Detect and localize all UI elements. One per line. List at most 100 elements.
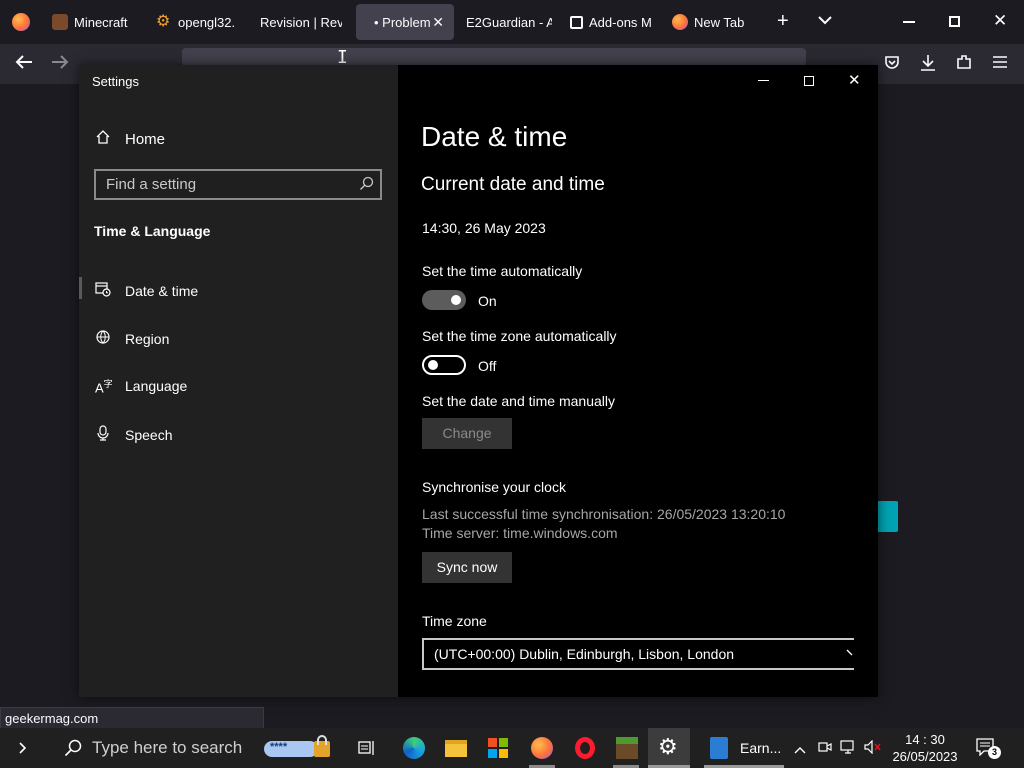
search-placeholder: Find a setting bbox=[106, 176, 197, 193]
change-button[interactable]: Change bbox=[422, 418, 512, 449]
minecraft-taskbar-icon[interactable] bbox=[615, 736, 639, 760]
auto-time-toggle[interactable] bbox=[422, 290, 466, 310]
clock-time[interactable]: 14 : 30 bbox=[902, 732, 948, 747]
minimize-settings-button[interactable] bbox=[758, 80, 769, 81]
tab-addons[interactable]: Add-ons M bbox=[570, 4, 654, 40]
taskbar-search-box[interactable]: Type here to search bbox=[48, 728, 260, 768]
search-icon bbox=[359, 176, 374, 195]
status-url-overlay: geekermag.com bbox=[0, 707, 264, 729]
extensions-icon[interactable] bbox=[956, 54, 972, 75]
selected-indicator bbox=[79, 277, 82, 299]
microphone-icon bbox=[95, 425, 125, 444]
file-explorer-icon[interactable] bbox=[444, 736, 468, 760]
chevron-right-icon[interactable] bbox=[10, 736, 34, 760]
settings-taskbar-item[interactable]: ⚙ bbox=[648, 728, 690, 768]
firefox-taskbar-icon[interactable] bbox=[530, 736, 554, 760]
forward-arrow-icon[interactable] bbox=[51, 54, 69, 75]
page-title: Date & time bbox=[421, 121, 568, 152]
sidebar-item-date-time[interactable]: Date & time bbox=[95, 281, 198, 300]
taskbar: Type here to search **** ⚙ Earn... 14: … bbox=[0, 728, 1024, 768]
gear-icon: ⚙ bbox=[658, 734, 678, 759]
sidebar-item-region[interactable]: Region bbox=[95, 329, 169, 348]
home-label: Home bbox=[125, 130, 166, 148]
download-icon[interactable] bbox=[920, 54, 936, 77]
maximize-settings-button[interactable] bbox=[804, 76, 814, 86]
store-icon[interactable] bbox=[486, 736, 510, 760]
chevron-down-icon[interactable] bbox=[818, 12, 832, 28]
tab-label: New Tab bbox=[694, 14, 745, 30]
section-title: Current date and time bbox=[421, 174, 605, 195]
notification-center-icon[interactable]: 3 bbox=[976, 738, 1001, 761]
new-tab-button[interactable]: + bbox=[777, 10, 789, 33]
search-icon bbox=[64, 739, 82, 757]
toggle-knob bbox=[428, 360, 438, 370]
tab-opengl[interactable]: ⚙ opengl32. bbox=[156, 4, 240, 40]
restore-window-button[interactable] bbox=[949, 16, 960, 27]
settings-sidebar: Settings Home Find a setting Time & Lang… bbox=[79, 65, 398, 697]
window-title: Settings bbox=[92, 74, 139, 89]
settings-window: Settings Home Find a setting Time & Lang… bbox=[79, 65, 878, 697]
chevron-up-icon[interactable] bbox=[794, 742, 806, 757]
sidebar-item-label: Region bbox=[125, 330, 170, 347]
page-accent-button[interactable] bbox=[877, 501, 898, 532]
back-arrow-icon[interactable] bbox=[15, 54, 33, 75]
taskbar-search-placeholder: Type here to search bbox=[92, 738, 243, 757]
tab-label: Minecraft bbox=[74, 14, 128, 30]
settings-main-pane: ✕ Date & time Current date and time 14:3… bbox=[398, 65, 878, 697]
close-settings-button[interactable]: ✕ bbox=[848, 71, 861, 89]
manual-datetime-label: Set the date and time manually bbox=[422, 393, 616, 409]
tab-problem[interactable]: • Problem ✕ bbox=[356, 4, 454, 40]
task-view-icon[interactable] bbox=[354, 736, 378, 760]
tab-label: opengl32. bbox=[178, 14, 236, 30]
close-window-button[interactable]: ✕ bbox=[993, 11, 1007, 31]
network-icon[interactable] bbox=[840, 740, 856, 757]
minimize-window-button[interactable] bbox=[903, 21, 915, 23]
address-bar[interactable] bbox=[182, 48, 806, 66]
auto-timezone-label: Set the time zone automatically bbox=[422, 328, 617, 344]
calendar-clock-icon bbox=[95, 281, 125, 300]
find-setting-input[interactable]: Find a setting bbox=[94, 169, 382, 200]
auto-time-label: Set the time automatically bbox=[422, 263, 583, 279]
tab-label: • Problem bbox=[374, 14, 430, 30]
auto-time-state: On bbox=[478, 293, 497, 309]
auto-timezone-toggle[interactable] bbox=[422, 355, 466, 375]
firefox-menu-icon[interactable] bbox=[12, 13, 30, 31]
tab-minecraft[interactable]: Minecraft bbox=[52, 4, 136, 40]
hamburger-menu-icon[interactable] bbox=[992, 54, 1008, 74]
sidebar-item-label: Speech bbox=[125, 426, 173, 443]
current-datetime: 14:30, 26 May 2023 bbox=[422, 220, 546, 236]
tab-new-tab[interactable]: New Tab bbox=[672, 4, 762, 40]
minecraft-icon bbox=[52, 14, 68, 30]
language-icon: A字 bbox=[95, 379, 113, 396]
sync-now-button[interactable]: Sync now bbox=[422, 552, 512, 583]
meet-now-icon[interactable] bbox=[818, 740, 832, 757]
password-lock-icon[interactable]: **** bbox=[264, 735, 332, 761]
edge-icon[interactable] bbox=[402, 736, 426, 760]
gear-icon: ⚙ bbox=[156, 13, 171, 30]
tab-revision[interactable]: Revision | Revi bbox=[260, 4, 342, 40]
chevron-down-icon bbox=[846, 646, 854, 663]
notification-count: 3 bbox=[988, 746, 1001, 759]
pocket-icon[interactable] bbox=[884, 54, 900, 75]
timezone-select[interactable]: (UTC+00:00) Dublin, Edinburgh, Lisbon, L… bbox=[422, 638, 854, 670]
sync-title: Synchronise your clock bbox=[422, 479, 566, 495]
word-taskbar-item[interactable]: Earn... bbox=[704, 728, 784, 768]
puzzle-icon bbox=[570, 15, 583, 29]
browser-tab-bar: Minecraft ⚙ opengl32. Revision | Revi • … bbox=[0, 0, 1024, 44]
volume-muted-icon[interactable] bbox=[864, 739, 882, 757]
clock-date[interactable]: 26/05/2023 bbox=[890, 749, 960, 764]
sidebar-item-language[interactable]: A字 Language bbox=[95, 377, 187, 395]
taskbar-app-label: Earn... bbox=[740, 740, 782, 756]
category-heading: Time & Language bbox=[94, 223, 211, 239]
timezone-value: (UTC+00:00) Dublin, Edinburgh, Lisbon, L… bbox=[434, 646, 735, 662]
timezone-label: Time zone bbox=[422, 613, 487, 629]
close-icon[interactable]: ✕ bbox=[432, 14, 444, 31]
time-server-text: Time server: time.windows.com bbox=[422, 525, 618, 541]
tab-e2guardian[interactable]: E2Guardian - A bbox=[466, 4, 552, 40]
sidebar-item-home[interactable]: Home bbox=[95, 129, 165, 149]
auto-timezone-state: Off bbox=[478, 358, 497, 374]
opera-icon[interactable] bbox=[573, 736, 597, 760]
sidebar-item-speech[interactable]: Speech bbox=[95, 425, 172, 444]
last-sync-text: Last successful time synchronisation: 26… bbox=[422, 506, 786, 522]
tab-label: Add-ons M bbox=[589, 14, 652, 30]
